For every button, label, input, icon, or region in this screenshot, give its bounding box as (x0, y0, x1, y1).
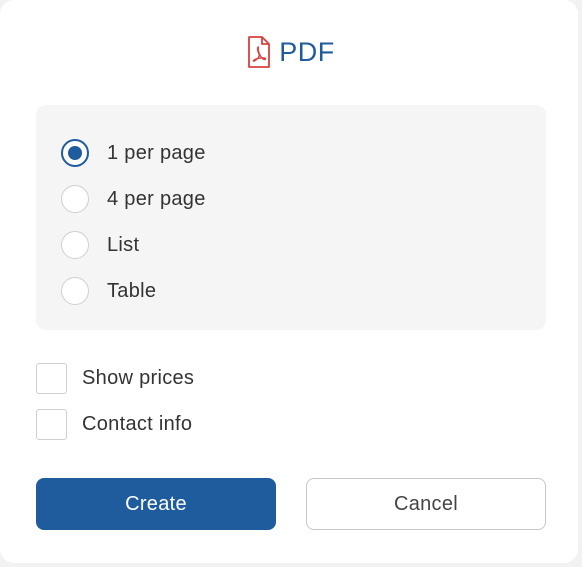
cancel-button[interactable]: Cancel (306, 478, 546, 530)
radio-button[interactable] (61, 277, 89, 305)
dialog-header: PDF (0, 32, 582, 72)
radio-label: 4 per page (107, 187, 206, 210)
checkbox-label: Contact info (82, 412, 193, 435)
create-button[interactable]: Create (36, 478, 276, 530)
radio-label: 1 per page (107, 141, 206, 164)
radio-label: Table (107, 279, 157, 302)
checkbox-label: Show prices (82, 366, 195, 389)
radio-button[interactable] (61, 185, 89, 213)
dialog-title: PDF (279, 36, 335, 67)
radio-button-checked[interactable] (61, 139, 89, 167)
layout-options-panel: 1 per page 4 per page List Table (36, 105, 546, 330)
radio-option-1-per-page[interactable]: 1 per page (61, 137, 206, 169)
checkbox[interactable] (36, 362, 67, 394)
radio-button[interactable] (61, 231, 89, 259)
pdf-export-dialog: PDF 1 per page 4 per page List Table Sho… (0, 0, 578, 563)
checkbox-show-prices[interactable]: Show prices (36, 362, 194, 394)
radio-option-list[interactable]: List (61, 229, 139, 261)
pdf-file-icon (247, 36, 271, 68)
radio-option-4-per-page[interactable]: 4 per page (61, 183, 206, 215)
radio-label: List (107, 233, 140, 256)
checkbox[interactable] (36, 408, 67, 440)
checkbox-contact-info[interactable]: Contact info (36, 408, 192, 440)
radio-option-table[interactable]: Table (61, 275, 156, 307)
